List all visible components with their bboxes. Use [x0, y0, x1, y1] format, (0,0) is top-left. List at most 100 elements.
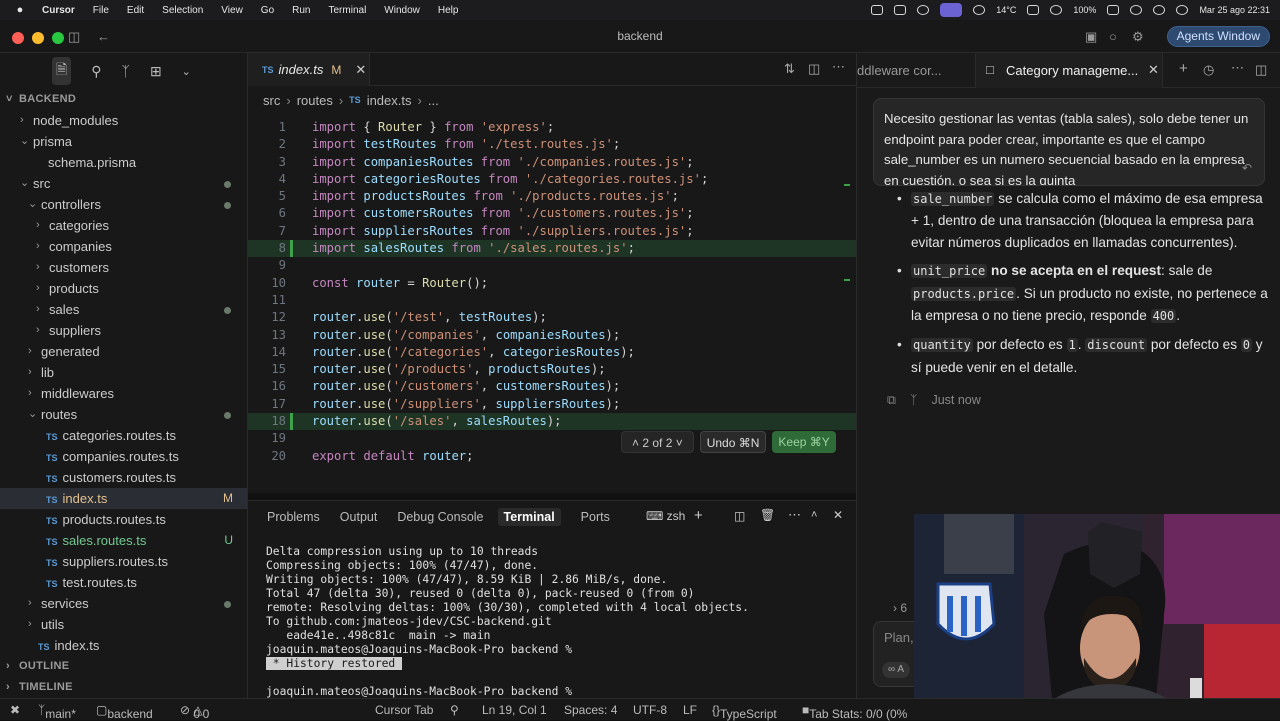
terminal-output[interactable]: Delta compression using up to 10 threads…	[248, 533, 856, 699]
code-line[interactable]: 11	[248, 292, 856, 309]
code-line[interactable]: 1 import { Router } from 'express';	[248, 119, 856, 136]
folder-lib[interactable]: › lib	[0, 362, 247, 383]
history-icon[interactable]: ◷	[1203, 62, 1214, 78]
folder-middlewares[interactable]: › middlewares	[0, 383, 247, 404]
maximize-panel-icon[interactable]: ˄	[811, 509, 817, 521]
more-actions-icon[interactable]: ⋯	[1231, 60, 1244, 76]
undo-button[interactable]: Undo ⌘N	[699, 431, 767, 453]
vpn-icon[interactable]	[917, 5, 930, 15]
chevron-down-icon[interactable]: ⌄	[182, 65, 191, 78]
revert-icon[interactable]: ↶	[1242, 158, 1252, 179]
problems-indicator[interactable]: ⊘ 0 △ 0	[180, 703, 209, 721]
workspace-indicator[interactable]: ▢ backend	[96, 703, 153, 721]
code-line[interactable]: 5 import productsRoutes from './products.…	[248, 188, 856, 205]
agents-window-button[interactable]: Agents Window	[1166, 26, 1270, 47]
terminal-shell-selector[interactable]: ⌨ zsh	[646, 509, 685, 523]
compare-changes-icon[interactable]: ⇅	[784, 61, 795, 77]
code-line[interactable]: 2 import testRoutes from './test.routes.j…	[248, 136, 856, 153]
menu-window[interactable]: Window	[384, 5, 420, 16]
close-tab-icon[interactable]: ✕	[1148, 62, 1159, 78]
file-schema-prisma[interactable]: schema.prisma	[0, 152, 247, 173]
tab-index-ts[interactable]: TS index.ts M ✕	[248, 53, 370, 86]
menu-terminal[interactable]: Terminal	[329, 5, 367, 16]
keep-button[interactable]: Keep ⌘Y	[772, 431, 836, 453]
file-customers-routes-ts[interactable]: TS customers.routes.ts	[0, 467, 247, 488]
layout-icon[interactable]: ▣	[1085, 29, 1097, 45]
menu-selection[interactable]: Selection	[162, 5, 203, 16]
file-sales-routes-ts[interactable]: TS sales.routes.ts U	[0, 530, 247, 551]
trash-icon[interactable]: 🗑	[760, 508, 775, 522]
user-message[interactable]: Necesito gestionar las ventas (tabla sal…	[873, 98, 1265, 186]
code-line[interactable]: 14 router.use('/categories', categoriesRo…	[248, 344, 856, 361]
file-companies-routes-ts[interactable]: TS companies.routes.ts	[0, 446, 247, 467]
split-editor-icon[interactable]: ◫	[808, 61, 820, 77]
file-products-routes-ts[interactable]: TS products.routes.ts	[0, 509, 247, 530]
more-actions-icon[interactable]: ⋯	[788, 507, 801, 523]
timeline-section[interactable]: › TIMELINE	[0, 677, 248, 698]
split-terminal-icon[interactable]: ◫	[734, 509, 745, 523]
code-line[interactable]: 16 router.use('/customers', customersRout…	[248, 378, 856, 395]
weather-temp[interactable]: 14°C	[996, 5, 1016, 15]
code-line[interactable]: 13 router.use('/companies', companiesRout…	[248, 327, 856, 344]
file-index-ts[interactable]: TS index.ts M	[0, 488, 247, 509]
close-panel-icon[interactable]: ✕	[833, 508, 843, 522]
folder-sales[interactable]: › sales	[0, 299, 247, 320]
menu-go[interactable]: Go	[261, 5, 274, 16]
close-tab-icon[interactable]: ✕	[355, 62, 366, 78]
folder-node-modules[interactable]: › node_modules	[0, 110, 247, 131]
chat-bubble-icon[interactable]: ○	[1109, 29, 1117, 44]
battery-icon[interactable]	[1107, 5, 1120, 15]
more-actions-icon[interactable]: ⋯	[832, 59, 845, 75]
code-line[interactable]: 6 import customersRoutes from './customer…	[248, 205, 856, 222]
code-line[interactable]: 9	[248, 257, 856, 274]
chat-tab-middleware[interactable]: ddleware cor...	[857, 63, 942, 78]
code-line[interactable]: 18 router.use('/sales', salesRoutes);	[248, 413, 856, 431]
screen-capture-icon[interactable]	[894, 5, 907, 15]
folder-categories[interactable]: › categories	[0, 215, 247, 236]
settings-gear-icon[interactable]: ⚙	[1132, 29, 1144, 45]
tab-debug-console[interactable]: Debug Console	[397, 510, 483, 524]
search-icon[interactable]: ⚲	[91, 63, 101, 80]
zoom-icon[interactable]: ⚲	[450, 703, 459, 717]
wifi-icon[interactable]	[973, 5, 986, 15]
breadcrumb-src[interactable]: src	[263, 93, 280, 108]
code-line[interactable]: 4 import categoriesRoutes from './categor…	[248, 171, 856, 188]
file-index-ts[interactable]: TS index.ts	[0, 635, 247, 656]
code-line[interactable]: 15 router.use('/products', productsRoutes…	[248, 361, 856, 378]
cursor-tab-status[interactable]: Cursor Tab	[375, 703, 433, 717]
diff-navigation[interactable]: ˄ 2 of 2 ˅	[621, 431, 694, 453]
sound-icon[interactable]	[1050, 5, 1063, 15]
tab-stats[interactable]: ■ Tab Stats: 0/0 (0%	[802, 703, 907, 721]
menu-file[interactable]: File	[93, 5, 109, 16]
search-icon[interactable]	[1130, 5, 1143, 15]
breadcrumb-symbol[interactable]: ...	[428, 93, 439, 108]
code-line[interactable]: 3 import companiesRoutes from './companie…	[248, 154, 856, 171]
encoding[interactable]: UTF-8	[633, 703, 667, 717]
cursor-position[interactable]: Ln 19, Col 1	[482, 703, 547, 717]
agent-mode-selector[interactable]: ∞ A	[882, 662, 911, 678]
language-mode[interactable]: {} TypeScript	[712, 703, 777, 721]
source-control-icon[interactable]: ᛉ	[122, 63, 130, 79]
folder-services[interactable]: › services	[0, 593, 247, 614]
folder-customers[interactable]: › customers	[0, 257, 247, 278]
git-branch-indicator[interactable]: ᛉ main*	[38, 703, 76, 721]
battery-percent[interactable]: 100%	[1073, 5, 1096, 15]
file-suppliers-routes-ts[interactable]: TS suppliers.routes.ts	[0, 551, 247, 572]
breadcrumb-routes[interactable]: routes	[297, 93, 333, 108]
tab-output[interactable]: Output	[340, 510, 378, 524]
files-icon[interactable]: 🗎	[52, 57, 72, 85]
folder-generated[interactable]: › generated	[0, 341, 247, 362]
tab-problems[interactable]: Problems	[267, 510, 320, 524]
code-line[interactable]: 12 router.use('/test', testRoutes);	[248, 309, 856, 326]
control-center-icon[interactable]	[1153, 5, 1166, 15]
file-categories-routes-ts[interactable]: TS categories.routes.ts	[0, 425, 247, 446]
collapsed-changes-toggle[interactable]: › 6	[893, 601, 907, 615]
new-chat-icon[interactable]: +	[1179, 60, 1188, 77]
remote-icon[interactable]: ✖	[10, 703, 20, 717]
menu-help[interactable]: Help	[438, 5, 459, 16]
menubar-clock[interactable]: Mar 25 ago 22:31	[1199, 5, 1270, 15]
folder-suppliers[interactable]: › suppliers	[0, 320, 247, 341]
fork-icon[interactable]: ᛉ	[910, 390, 918, 411]
code-line[interactable]: 7 import suppliersRoutes from './supplier…	[248, 223, 856, 240]
code-line[interactable]: 8 import salesRoutes from './sales.routes…	[248, 240, 856, 258]
